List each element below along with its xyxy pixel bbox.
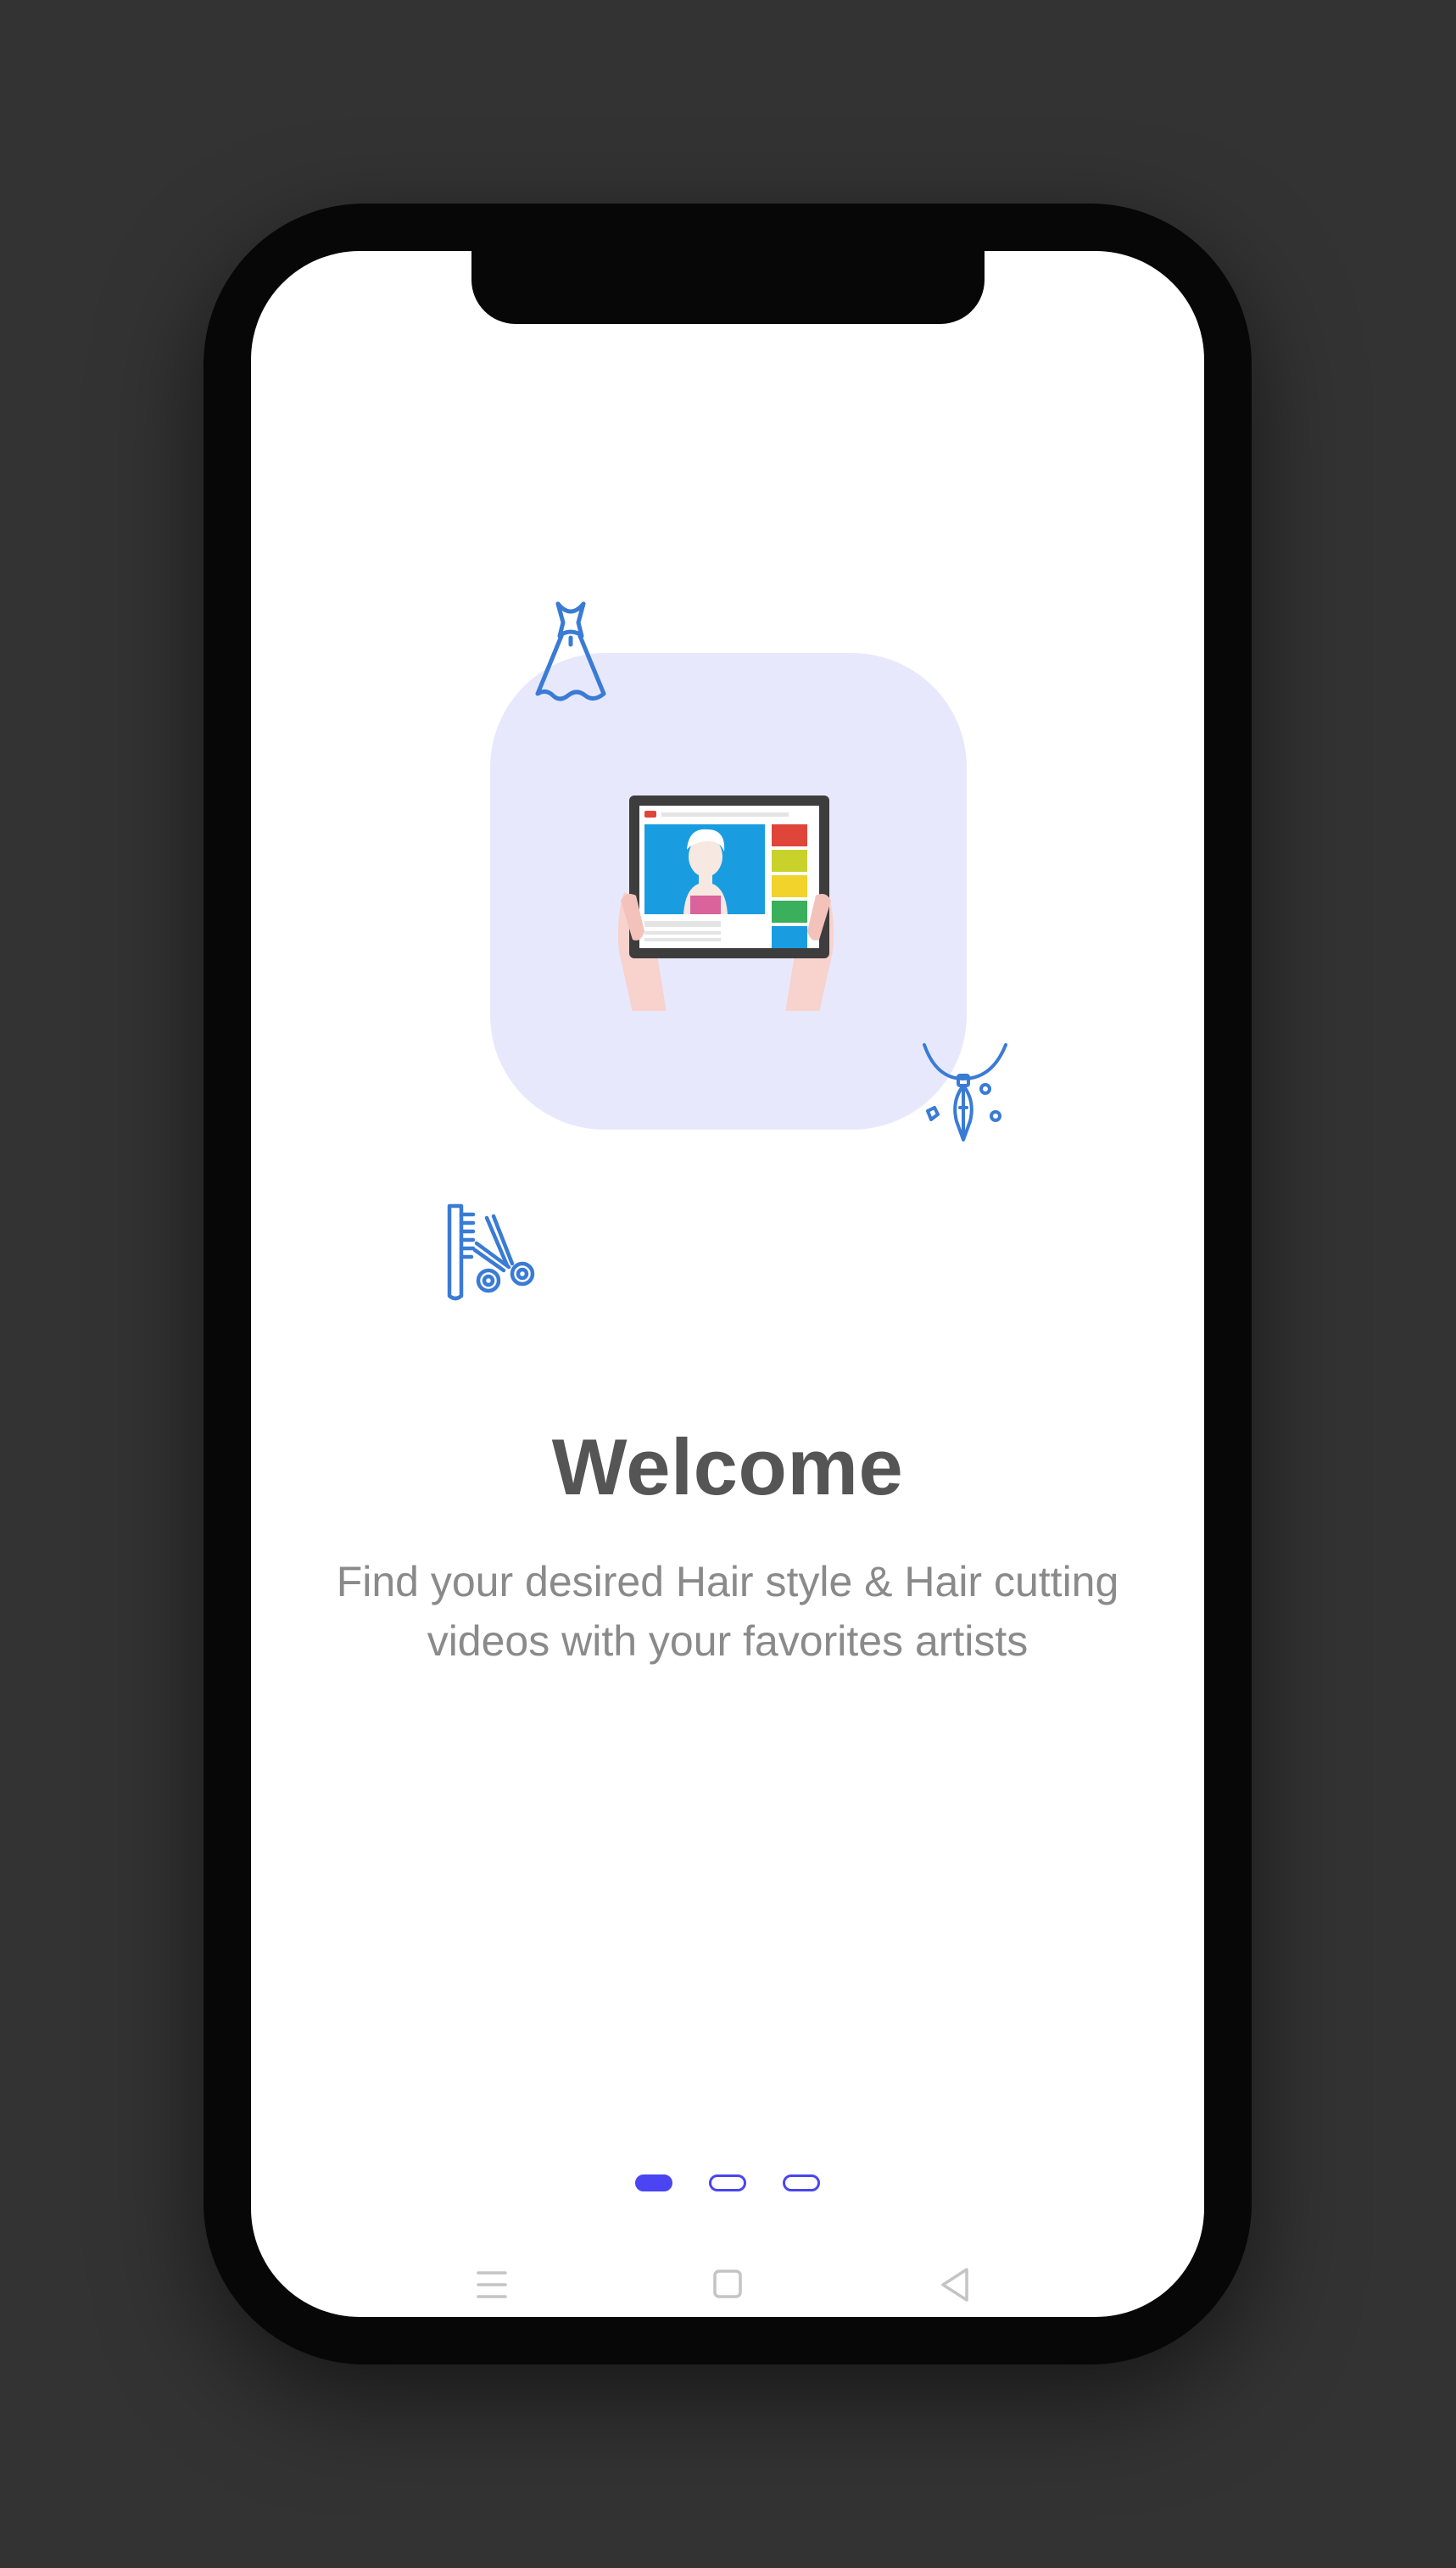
tablet-video-illustration xyxy=(617,796,834,1011)
phone-notch xyxy=(471,251,985,324)
system-navigation-bar xyxy=(251,2259,1204,2310)
welcome-title: Welcome xyxy=(551,1422,904,1511)
menu-icon[interactable] xyxy=(466,2259,517,2310)
page-dot-3[interactable] xyxy=(783,2174,820,2191)
comb-scissors-icon xyxy=(447,1203,535,1301)
page-indicator xyxy=(251,2174,1204,2191)
page-dot-1[interactable] xyxy=(635,2174,672,2191)
home-square-icon[interactable] xyxy=(702,2259,753,2310)
page-dot-2[interactable] xyxy=(709,2174,746,2191)
back-triangle-icon[interactable] xyxy=(929,2259,980,2310)
phone-frame: Welcome Find your desired Hair style & H… xyxy=(204,204,1252,2364)
welcome-subtitle: Find your desired Hair style & Hair cutt… xyxy=(336,1558,1119,1665)
necklace-icon xyxy=(923,1043,1007,1142)
dress-icon xyxy=(535,601,606,701)
app-screen: Welcome Find your desired Hair style & H… xyxy=(251,251,1204,2317)
